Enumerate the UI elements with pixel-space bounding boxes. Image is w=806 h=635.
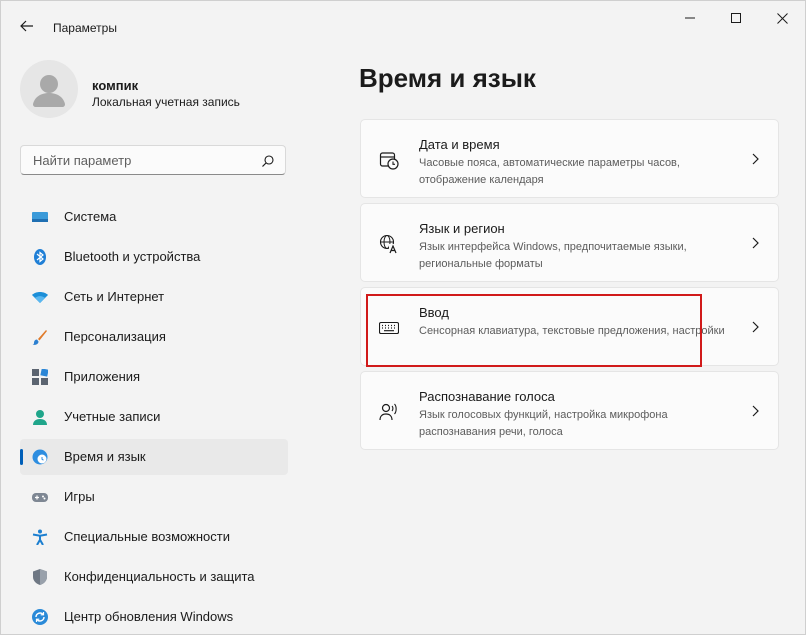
settings-window: Параметры компик Локальная учетная запис… <box>0 0 806 635</box>
sidebar-item-privacy[interactable]: Конфиденциальность и защита <box>20 559 288 595</box>
sidebar-item-personalization[interactable]: Персонализация <box>20 319 288 355</box>
app-title: Параметры <box>53 21 117 35</box>
back-button[interactable] <box>15 14 39 38</box>
brush-icon <box>32 330 47 345</box>
card-title: Язык и регион <box>419 221 505 236</box>
close-button[interactable] <box>759 3 805 33</box>
chevron-right-icon <box>752 153 759 165</box>
shield-icon <box>33 569 47 585</box>
card-language-region[interactable]: Язык и регион Язык интерфейса Windows, п… <box>360 203 779 282</box>
page-title: Время и язык <box>359 63 536 93</box>
chevron-right-icon <box>752 237 759 249</box>
sidebar-item-label: Персонализация <box>64 329 166 344</box>
arrow-left-icon <box>20 20 33 32</box>
accessibility-icon <box>32 529 48 545</box>
sidebar-item-label: Bluetooth и устройства <box>64 249 201 264</box>
search-icon[interactable] <box>261 154 275 168</box>
chevron-right-icon <box>752 321 759 333</box>
sidebar-item-accessibility[interactable]: Специальные возможности <box>20 519 288 555</box>
user-icon <box>33 75 65 107</box>
sidebar-item-label: Центр обновления Windows <box>64 609 234 624</box>
accounts-icon <box>33 410 47 425</box>
sidebar-item-bluetooth[interactable]: Bluetooth и устройства <box>20 239 288 275</box>
card-speech[interactable]: Распознавание голоса Язык голосовых функ… <box>360 371 779 450</box>
gamepad-icon <box>32 493 48 502</box>
bluetooth-icon <box>34 249 46 265</box>
wifi-icon <box>32 292 48 303</box>
chevron-right-icon <box>752 405 759 417</box>
language-icon <box>379 234 399 254</box>
sidebar-item-gaming[interactable]: Игры <box>20 479 288 515</box>
selection-indicator <box>20 449 23 465</box>
sidebar-item-label: Приложения <box>64 369 141 384</box>
card-description: Часовые пояса, автоматические параметры … <box>419 157 680 186</box>
search-box[interactable] <box>20 145 286 175</box>
close-icon <box>776 12 788 24</box>
minimize-icon <box>685 17 695 19</box>
apps-icon <box>32 369 48 385</box>
sidebar-item-windows-update[interactable]: Центр обновления Windows <box>20 599 288 634</box>
sidebar-item-label: Сеть и Интернет <box>64 289 165 304</box>
card-date-time[interactable]: Дата и время Часовые пояса, автоматическ… <box>360 119 779 198</box>
card-description: Язык интерфейса Windows, предпочитаемые … <box>419 241 687 270</box>
maximize-button[interactable] <box>713 3 759 33</box>
sidebar-item-label: Игры <box>64 489 95 504</box>
maximize-icon <box>731 13 741 23</box>
card-description: Язык голосовых функций, настройка микроф… <box>419 409 668 438</box>
speech-icon <box>379 403 397 421</box>
card-title: Дата и время <box>419 137 500 152</box>
sidebar-item-label: Специальные возможности <box>64 529 230 544</box>
sidebar-item-apps[interactable]: Приложения <box>20 359 288 395</box>
avatar[interactable] <box>20 60 78 118</box>
time-language-icon <box>32 449 48 465</box>
sidebar-item-network[interactable]: Сеть и Интернет <box>20 279 288 315</box>
highlight-frame <box>366 294 702 367</box>
minimize-button[interactable] <box>667 3 713 33</box>
user-name: компик <box>92 78 139 93</box>
sidebar-item-label: Система <box>64 209 117 224</box>
sidebar-item-system[interactable]: Система <box>20 199 288 235</box>
sidebar-item-time-language[interactable]: Время и язык <box>20 439 288 475</box>
title-bar: Параметры <box>1 1 805 41</box>
search-input[interactable] <box>31 152 255 169</box>
sidebar-item-label: Время и язык <box>64 449 146 464</box>
update-icon <box>32 609 48 625</box>
sidebar-item-accounts[interactable]: Учетные записи <box>20 399 288 435</box>
system-icon <box>32 212 48 222</box>
sidebar-item-label: Конфиденциальность и защита <box>64 569 255 584</box>
account-type: Локальная учетная запись <box>92 95 240 109</box>
sidebar-item-label: Учетные записи <box>64 409 161 424</box>
clock-calendar-icon <box>379 152 399 170</box>
card-title: Распознавание голоса <box>419 389 555 404</box>
